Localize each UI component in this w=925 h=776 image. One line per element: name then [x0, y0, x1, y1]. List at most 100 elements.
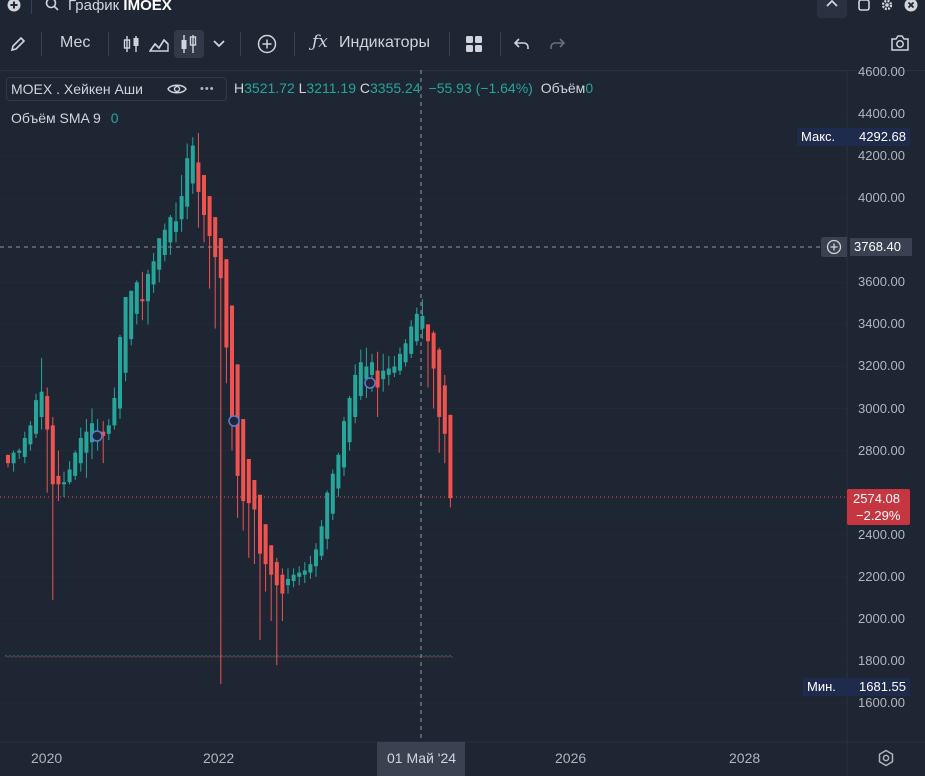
chevron-up-icon [826, 0, 838, 7]
candle-down [45, 395, 50, 430]
maximize-icon[interactable] [858, 0, 870, 11]
candle-up [73, 452, 78, 476]
candle-down [274, 562, 279, 586]
price-tick-label: 4600.00 [858, 64, 905, 79]
title-bar: График IMOEX [0, 0, 925, 18]
candle-down [196, 162, 201, 192]
price-tick-label: 2000.00 [858, 610, 905, 626]
settings-icon[interactable] [877, 749, 895, 767]
candle-down [218, 238, 223, 279]
candle-up [325, 492, 330, 539]
chevron-down-icon[interactable] [212, 39, 226, 49]
heikin-ashi-button[interactable] [174, 30, 204, 58]
divider [240, 32, 241, 56]
candle-up [302, 570, 307, 575]
candle-down [375, 370, 380, 388]
min-price-tag: Мин. 1681.55 [803, 678, 910, 696]
candle-up [364, 366, 369, 380]
max-price-tag: Макс. 4292.68 [797, 128, 910, 146]
pencil-icon[interactable] [9, 35, 27, 53]
crosshair-time-tag: 01 Май '24 [377, 742, 465, 776]
indicators-button[interactable]: ƒx Индикаторы [310, 30, 435, 58]
sma-label: Объём SMA 9 [11, 110, 101, 126]
plus-circle-icon [826, 239, 842, 255]
candle-up [134, 282, 139, 314]
candle-up [420, 315, 425, 329]
indicators-label: Индикаторы [339, 34, 430, 51]
candle-up [398, 353, 402, 371]
candle-down [140, 299, 145, 302]
candle-up [174, 221, 178, 232]
price-tick-label: 1600.00 [858, 695, 905, 710]
volume-value: 0 [585, 80, 594, 96]
divider [108, 32, 109, 56]
candle-down [241, 419, 246, 502]
price-tick-label: 2400.00 [858, 526, 905, 542]
candle-up [28, 425, 33, 445]
area-chart-icon[interactable] [149, 34, 169, 54]
price-tick-label: 3000.00 [858, 400, 905, 416]
candle-up [342, 421, 346, 468]
high-label: H [234, 80, 245, 96]
search-icon[interactable] [45, 0, 59, 11]
price-chart[interactable] [0, 70, 925, 776]
candle-down [431, 332, 436, 369]
candle-down [252, 480, 257, 510]
candle-down [437, 349, 442, 417]
candle-up [291, 574, 296, 582]
candle-down [269, 545, 274, 575]
candle-up [308, 564, 313, 573]
price-tick-label: 4000.00 [858, 190, 905, 206]
ohlc-values: H3521.72 L3211.19 C3355.24 −55.93 (−1.64… [234, 80, 593, 96]
gear-icon[interactable] [880, 0, 894, 12]
candle-down [202, 175, 206, 216]
dividend-marker [228, 415, 240, 427]
candle-up [151, 261, 156, 285]
candle-up [314, 549, 318, 567]
candle-up [185, 158, 190, 207]
candle-up [409, 326, 414, 354]
series-title-box[interactable]: MOEX . Хейкен Аши ••• [6, 77, 227, 101]
candle-down [224, 259, 229, 348]
candle-down [258, 494, 262, 554]
candle-up [286, 578, 290, 586]
candle-up [386, 368, 391, 375]
volume-label: Объём [540, 80, 586, 96]
interval-button[interactable]: Мес [60, 34, 90, 52]
candle-down [213, 217, 218, 258]
candle-up [106, 425, 111, 434]
candle-down [426, 324, 430, 342]
collapse-button[interactable] [817, 0, 847, 18]
candle-up [34, 400, 38, 434]
candle-up [297, 572, 302, 577]
close-icon[interactable] [904, 0, 918, 12]
candle-up [118, 337, 122, 409]
time-label-2028: 2028 [729, 750, 761, 766]
dividend-marker [91, 430, 103, 442]
last-price-change: −2.29% [856, 508, 901, 523]
candle-up [347, 398, 352, 443]
add-tab-icon[interactable] [7, 0, 21, 12]
candle-up [414, 313, 419, 342]
sma-legend[interactable]: Объём SMA 9 0 [11, 110, 119, 126]
redo-icon[interactable] [548, 37, 566, 51]
divider [500, 32, 501, 56]
candle-up [370, 362, 374, 375]
candle-down [448, 414, 453, 499]
candle-down [263, 524, 268, 565]
compare-plus-icon[interactable] [257, 34, 277, 54]
candle-down [230, 305, 234, 420]
more-options-icon[interactable]: ••• [200, 78, 215, 100]
camera-icon[interactable] [890, 34, 910, 52]
candle-up [11, 452, 16, 464]
candle-up [146, 273, 150, 302]
chart-search-field[interactable]: График IMOEX [68, 0, 172, 14]
price-tick-label: 2200.00 [858, 568, 905, 584]
undo-icon[interactable] [513, 37, 531, 51]
eye-icon[interactable] [167, 82, 187, 96]
crosshair-add-button[interactable] [821, 237, 847, 257]
candle-up [129, 290, 134, 340]
candles-icon[interactable] [122, 34, 142, 54]
layout-grid-icon[interactable] [465, 35, 483, 53]
candle-down [246, 459, 251, 504]
